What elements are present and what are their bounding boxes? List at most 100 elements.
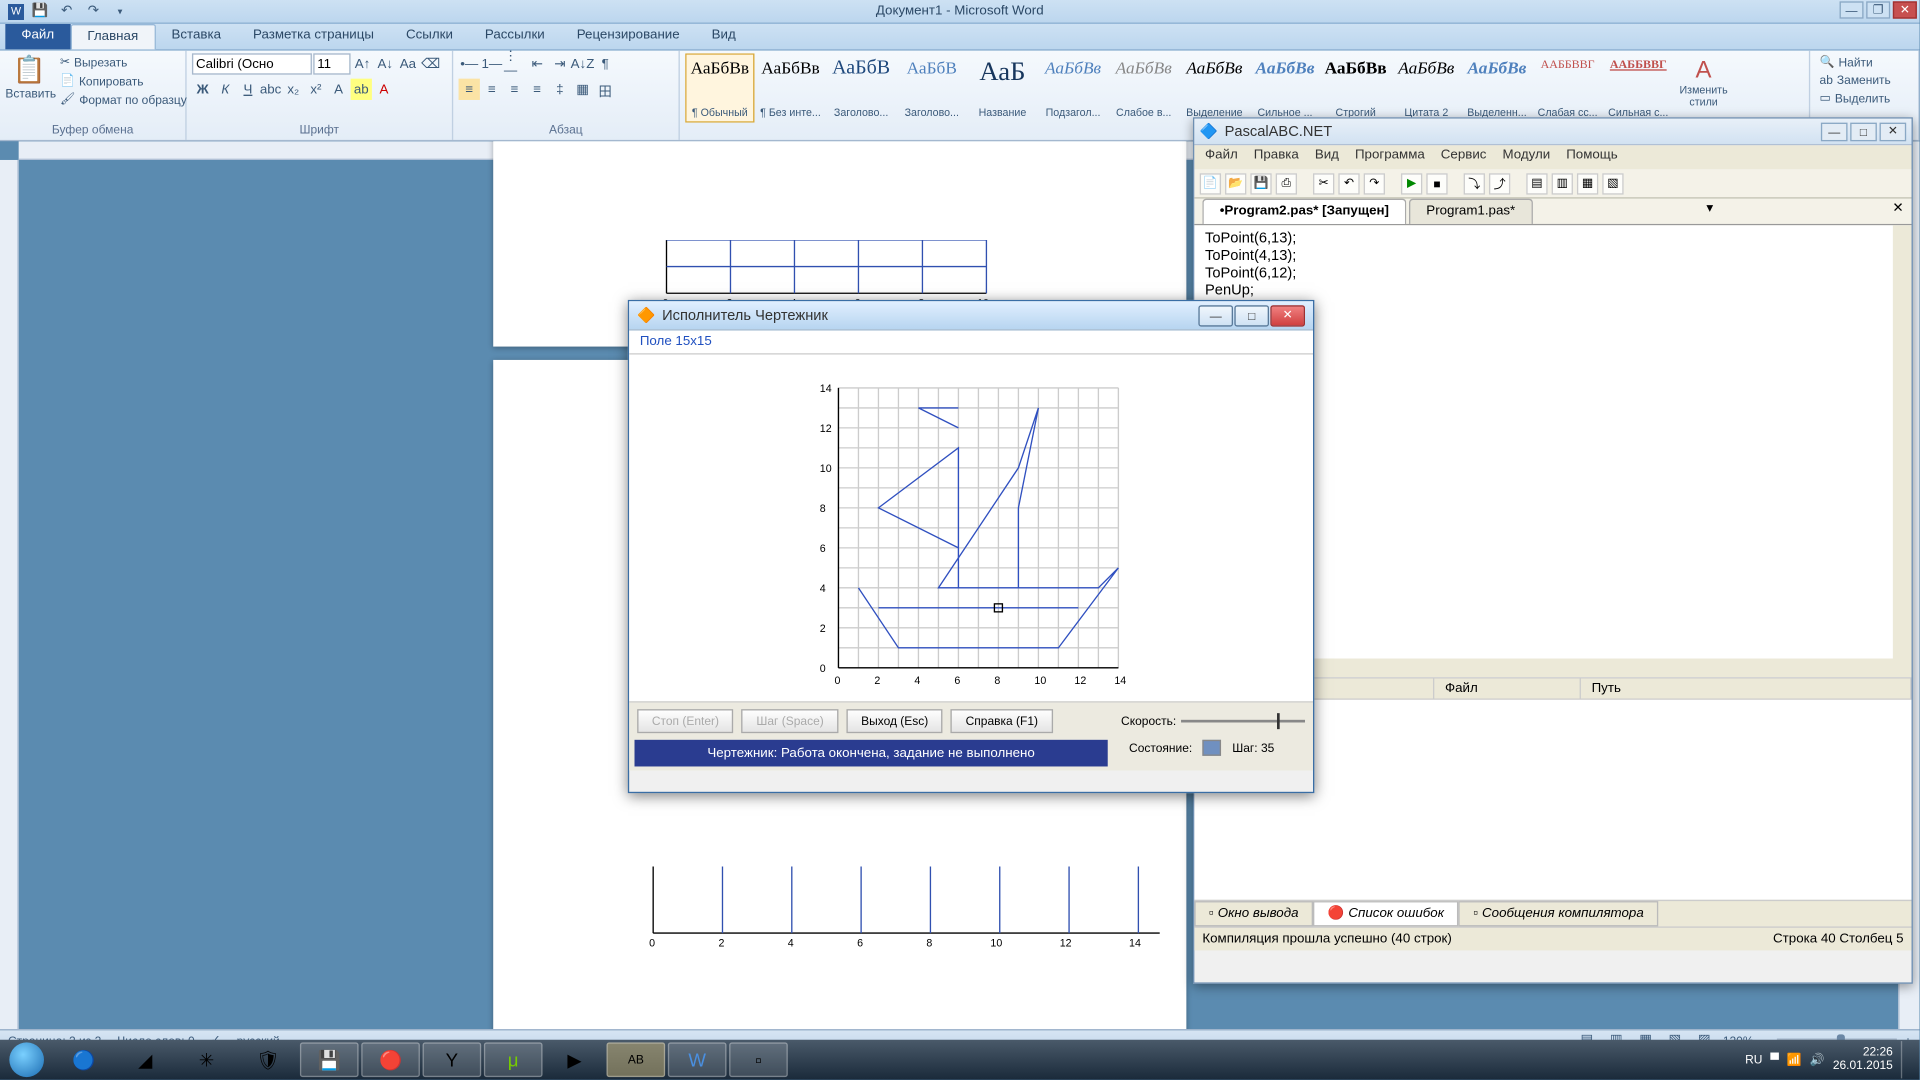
style-intense-quote[interactable]: АаБбВвВыделенн... bbox=[1462, 53, 1531, 122]
panel3-icon[interactable]: ▦ bbox=[1577, 173, 1598, 194]
select-button[interactable]: ▭Выделить bbox=[1816, 89, 1895, 106]
grow-font-icon[interactable]: A↑ bbox=[352, 53, 373, 74]
style-intense-ref[interactable]: ААББВВГСильная с... bbox=[1604, 53, 1673, 122]
save-all-icon[interactable]: ⎙ bbox=[1276, 173, 1297, 194]
pabc-close-button[interactable]: ✕ bbox=[1880, 122, 1907, 141]
indent-dec-icon[interactable]: ⇤ bbox=[527, 53, 548, 74]
bold-icon[interactable]: Ж bbox=[192, 79, 213, 100]
drawer-help-button[interactable]: Справка (F1) bbox=[951, 709, 1053, 733]
close-button[interactable]: ✕ bbox=[1893, 1, 1917, 18]
font-name-combo[interactable] bbox=[192, 53, 312, 74]
pabc-bottab-errors[interactable]: 🔴 Список ошибок bbox=[1313, 901, 1458, 926]
style-strong[interactable]: АаБбВвСтрогий bbox=[1321, 53, 1390, 122]
col-file[interactable]: Файл bbox=[1434, 678, 1581, 698]
tray-flag-icon[interactable]: ▀ bbox=[1770, 1053, 1779, 1066]
run-icon[interactable]: ▶ bbox=[1401, 173, 1422, 194]
align-left-icon[interactable]: ≡ bbox=[459, 79, 480, 100]
style-title[interactable]: АаБНазвание bbox=[968, 53, 1037, 122]
underline-icon[interactable]: Ч bbox=[237, 79, 258, 100]
text-effects-icon[interactable]: A bbox=[328, 79, 349, 100]
find-button[interactable]: 🔍Найти bbox=[1816, 53, 1877, 70]
pabc-menu-help[interactable]: Помощь bbox=[1566, 148, 1617, 167]
tab-review[interactable]: Рецензирование bbox=[561, 24, 696, 49]
tray-clock[interactable]: 22:26 26.01.2015 bbox=[1833, 1047, 1893, 1073]
drawer-title-bar[interactable]: 🔶 Исполнитель Чертежник — □ ✕ bbox=[629, 301, 1313, 330]
indent-inc-icon[interactable]: ⇥ bbox=[549, 53, 570, 74]
change-styles-button[interactable]: AИзменить стили bbox=[1676, 53, 1732, 108]
copy-button[interactable]: 📄Копировать bbox=[56, 72, 191, 89]
pabc-tab-program2[interactable]: •Program2.pas* [Запущен] bbox=[1202, 199, 1406, 224]
taskbar-utorrent[interactable]: μ bbox=[484, 1042, 543, 1077]
style-heading1[interactable]: АаБбВЗаголово... bbox=[826, 53, 895, 122]
superscript-icon[interactable]: x² bbox=[305, 79, 326, 100]
speed-slider[interactable] bbox=[1182, 720, 1305, 723]
vertical-ruler[interactable] bbox=[0, 160, 19, 1029]
taskbar-app-5[interactable]: 💾 bbox=[300, 1042, 359, 1077]
tray-network-icon[interactable]: 📶 bbox=[1787, 1052, 1802, 1067]
style-subtle-ref[interactable]: ААББВВГСлабая сс... bbox=[1533, 53, 1602, 122]
taskbar-app-3[interactable]: ✳ bbox=[177, 1042, 236, 1077]
redo-icon[interactable]: ↷ bbox=[83, 1, 104, 22]
taskbar-app-12[interactable]: ▫ bbox=[729, 1042, 788, 1077]
redo-tb-icon[interactable]: ↷ bbox=[1364, 173, 1385, 194]
tray-volume-icon[interactable]: 🔊 bbox=[1810, 1052, 1825, 1067]
pabc-tab-dropdown-icon[interactable]: ▾ bbox=[1698, 199, 1721, 224]
minimize-button[interactable]: — bbox=[1840, 1, 1864, 18]
style-quote[interactable]: АаБбВвЦитата 2 bbox=[1392, 53, 1461, 122]
panel2-icon[interactable]: ▥ bbox=[1552, 173, 1573, 194]
align-center-icon[interactable]: ≡ bbox=[481, 79, 502, 100]
justify-icon[interactable]: ≡ bbox=[527, 79, 548, 100]
multilevel-icon[interactable]: ⋮— bbox=[504, 53, 525, 74]
tab-file[interactable]: Файл bbox=[5, 24, 70, 49]
style-emphasis[interactable]: АаБбВвВыделение bbox=[1180, 53, 1249, 122]
taskbar-pascalabc[interactable]: AB bbox=[607, 1042, 666, 1077]
drawer-maximize-button[interactable]: □ bbox=[1234, 305, 1269, 326]
format-painter-button[interactable]: 🖌Формат по образцу bbox=[56, 91, 191, 108]
undo-tb-icon[interactable]: ↶ bbox=[1338, 173, 1359, 194]
undo-icon[interactable]: ↶ bbox=[56, 1, 77, 22]
taskbar-app-9[interactable]: ▶ bbox=[545, 1042, 604, 1077]
styles-gallery[interactable]: АаБбВв¶ Обычный АаБбВв¶ Без инте... АаБб… bbox=[685, 53, 1673, 122]
shrink-font-icon[interactable]: A↓ bbox=[375, 53, 396, 74]
sort-icon[interactable]: A↓Z bbox=[572, 53, 593, 74]
cut-icon[interactable]: ✂ bbox=[1313, 173, 1334, 194]
bullets-icon[interactable]: •— bbox=[459, 53, 480, 74]
step-over-icon[interactable]: ⤴ bbox=[1489, 173, 1510, 194]
pabc-tab-program1[interactable]: Program1.pas* bbox=[1409, 199, 1533, 224]
step-into-icon[interactable]: ⤵ bbox=[1464, 173, 1485, 194]
tab-references[interactable]: Ссылки bbox=[390, 24, 469, 49]
qat-customize-icon[interactable] bbox=[109, 1, 130, 22]
change-case-icon[interactable]: Aa bbox=[397, 53, 418, 74]
subscript-icon[interactable]: x₂ bbox=[283, 79, 304, 100]
save-icon[interactable]: 💾 bbox=[29, 1, 50, 22]
italic-icon[interactable]: К bbox=[215, 79, 236, 100]
tab-layout[interactable]: Разметка страницы bbox=[237, 24, 390, 49]
highlight-icon[interactable]: ab bbox=[351, 79, 372, 100]
drawer-minimize-button[interactable]: — bbox=[1198, 305, 1233, 326]
tab-view[interactable]: Вид bbox=[696, 24, 752, 49]
stop-icon[interactable]: ■ bbox=[1426, 173, 1447, 194]
tray-language[interactable]: RU bbox=[1745, 1053, 1762, 1066]
show-marks-icon[interactable]: ¶ bbox=[595, 53, 616, 74]
pabc-menu-file[interactable]: Файл bbox=[1205, 148, 1238, 167]
cut-button[interactable]: ✂Вырезать bbox=[56, 53, 191, 70]
new-file-icon[interactable]: 📄 bbox=[1200, 173, 1221, 194]
line-spacing-icon[interactable]: ‡ bbox=[549, 79, 570, 100]
pabc-title-bar[interactable]: 🔷 PascalABC.NET — □ ✕ bbox=[1194, 119, 1911, 146]
panel4-icon[interactable]: ▧ bbox=[1602, 173, 1623, 194]
pabc-menu-service[interactable]: Сервис bbox=[1441, 148, 1487, 167]
taskbar-app-4[interactable]: 🛡 bbox=[239, 1042, 298, 1077]
start-button[interactable] bbox=[0, 1040, 53, 1080]
pabc-maximize-button[interactable]: □ bbox=[1850, 122, 1877, 141]
replace-button[interactable]: abЗаменить bbox=[1816, 72, 1895, 88]
tab-mailings[interactable]: Рассылки bbox=[469, 24, 561, 49]
drawer-close-button[interactable]: ✕ bbox=[1270, 305, 1305, 326]
style-heading2[interactable]: АаБбВЗаголово... bbox=[897, 53, 966, 122]
strike-icon[interactable]: abc bbox=[260, 79, 281, 100]
style-subtitle[interactable]: АаБбВвПодзагол... bbox=[1038, 53, 1107, 122]
pabc-tab-close-icon[interactable]: ✕ bbox=[1884, 199, 1911, 224]
restore-button[interactable]: ❐ bbox=[1866, 1, 1890, 18]
taskbar-word[interactable]: W bbox=[668, 1042, 727, 1077]
drawer-exit-button[interactable]: Выход (Esc) bbox=[846, 709, 943, 733]
pabc-minimize-button[interactable]: — bbox=[1821, 122, 1848, 141]
